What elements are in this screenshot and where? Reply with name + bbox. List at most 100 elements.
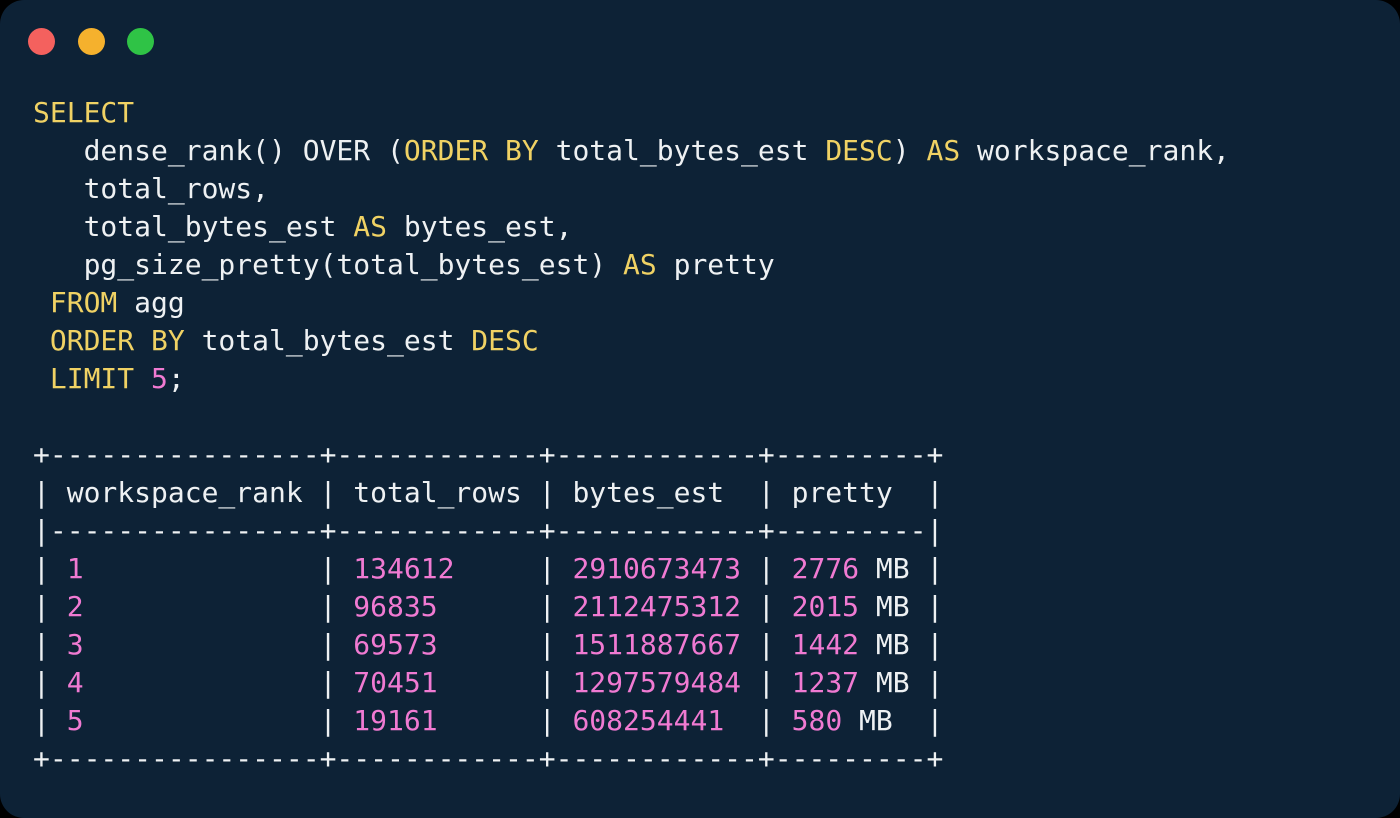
sql-token: total_bytes_est	[539, 134, 826, 167]
sql-token: SELECT	[33, 96, 134, 129]
sql-token	[33, 362, 50, 395]
close-button[interactable]	[28, 28, 55, 55]
table-token: 2910673473	[572, 552, 741, 585]
sql-token: agg	[117, 286, 184, 319]
table-token: 1297579484	[572, 666, 741, 699]
sql-token: FROM	[50, 286, 117, 319]
table-token: MB |	[842, 704, 943, 737]
code-line: SELECT	[33, 96, 134, 129]
table-token: 580	[792, 704, 843, 737]
sql-token: AS	[623, 248, 657, 281]
table-token: |	[438, 704, 573, 737]
sql-token	[33, 324, 50, 357]
code-line: pg_size_pretty(total_bytes_est) AS prett…	[33, 248, 775, 281]
sql-token: pg_size_pretty(total_bytes_est)	[33, 248, 623, 281]
table-token: 96835	[353, 590, 437, 623]
sql-token: 5	[151, 362, 168, 395]
table-token: 3	[67, 628, 84, 661]
table-token: 2015	[792, 590, 859, 623]
code-line: |----------------+------------+---------…	[33, 514, 943, 547]
code-line: | 4 | 70451 | 1297579484 | 1237 MB |	[33, 666, 943, 699]
table-token: 1237	[792, 666, 859, 699]
table-token: 1442	[792, 628, 859, 661]
sql-token: LIMIT	[50, 362, 134, 395]
table-token: |	[741, 552, 792, 585]
code-line: +----------------+------------+---------…	[33, 742, 943, 775]
table-token: |	[33, 628, 67, 661]
terminal-window: SELECT dense_rank() OVER (ORDER BY total…	[0, 0, 1400, 818]
sql-token: AS	[353, 210, 387, 243]
table-token: |	[724, 704, 791, 737]
table-token: |	[741, 590, 792, 623]
table-token: 70451	[353, 666, 437, 699]
window-titlebar	[0, 0, 1400, 55]
code-line: +----------------+------------+---------…	[33, 438, 943, 471]
table-token: +----------------+------------+---------…	[33, 742, 943, 775]
table-token: |	[84, 704, 354, 737]
query-result-table: +----------------+------------+---------…	[0, 436, 1400, 778]
code-line: | workspace_rank | total_rows | bytes_es…	[33, 476, 943, 509]
table-token: 2776	[792, 552, 859, 585]
code-line: | 2 | 96835 | 2112475312 | 2015 MB |	[33, 590, 943, 623]
table-token: 4	[67, 666, 84, 699]
table-token: |	[84, 666, 354, 699]
table-token: 2112475312	[572, 590, 741, 623]
table-token: |	[33, 666, 67, 699]
sql-token: ;	[168, 362, 185, 395]
sql-token: pretty	[657, 248, 775, 281]
table-token: 5	[67, 704, 84, 737]
table-token: MB |	[859, 552, 943, 585]
code-line: total_rows,	[33, 172, 269, 205]
table-token: +----------------+------------+---------…	[33, 438, 943, 471]
sql-token: total_bytes_est	[33, 210, 353, 243]
table-token: |	[741, 628, 792, 661]
sql-token: ORDER BY	[50, 324, 185, 357]
table-token: 134612	[353, 552, 454, 585]
sql-token: total_rows,	[33, 172, 269, 205]
sql-token: DESC	[471, 324, 538, 357]
sql-query: SELECT dense_rank() OVER (ORDER BY total…	[0, 94, 1400, 398]
table-token: MB |	[859, 590, 943, 623]
table-token: |	[33, 552, 67, 585]
table-token: 19161	[353, 704, 437, 737]
sql-token: workspace_rank,	[960, 134, 1230, 167]
table-token: 69573	[353, 628, 437, 661]
code-line: | 1 | 134612 | 2910673473 | 2776 MB |	[33, 552, 943, 585]
maximize-button[interactable]	[127, 28, 154, 55]
sql-token: total_bytes_est	[185, 324, 472, 357]
sql-token: dense_rank() OVER (	[33, 134, 404, 167]
table-token: |	[84, 628, 354, 661]
minimize-button[interactable]	[78, 28, 105, 55]
table-token: 1511887667	[572, 628, 741, 661]
code-line: FROM agg	[33, 286, 185, 319]
table-token: MB |	[859, 628, 943, 661]
sql-token	[33, 286, 50, 319]
sql-token: AS	[926, 134, 960, 167]
table-token: |	[438, 590, 573, 623]
sql-token: bytes_est,	[387, 210, 572, 243]
table-token: |	[84, 590, 354, 623]
code-line: total_bytes_est AS bytes_est,	[33, 210, 572, 243]
code-line: LIMIT 5;	[33, 362, 185, 395]
table-token: |	[454, 552, 572, 585]
table-token: |	[33, 704, 67, 737]
code-line: ORDER BY total_bytes_est DESC	[33, 324, 539, 357]
table-token: |	[741, 666, 792, 699]
table-token: |	[33, 590, 67, 623]
table-token: 608254441	[572, 704, 724, 737]
table-token: 1	[67, 552, 84, 585]
code-line: dense_rank() OVER (ORDER BY total_bytes_…	[33, 134, 1230, 167]
table-token: |----------------+------------+---------…	[33, 514, 943, 547]
code-line: | 3 | 69573 | 1511887667 | 1442 MB |	[33, 628, 943, 661]
sql-token	[134, 362, 151, 395]
sql-token: DESC	[825, 134, 892, 167]
table-token: |	[438, 666, 573, 699]
table-token: |	[438, 628, 573, 661]
sql-token: ORDER BY	[404, 134, 539, 167]
table-token: |	[84, 552, 354, 585]
sql-token: )	[893, 134, 927, 167]
table-token: MB |	[859, 666, 943, 699]
table-token: | workspace_rank | total_rows | bytes_es…	[33, 476, 943, 509]
code-line: | 5 | 19161 | 608254441 | 580 MB |	[33, 704, 943, 737]
table-token: 2	[67, 590, 84, 623]
